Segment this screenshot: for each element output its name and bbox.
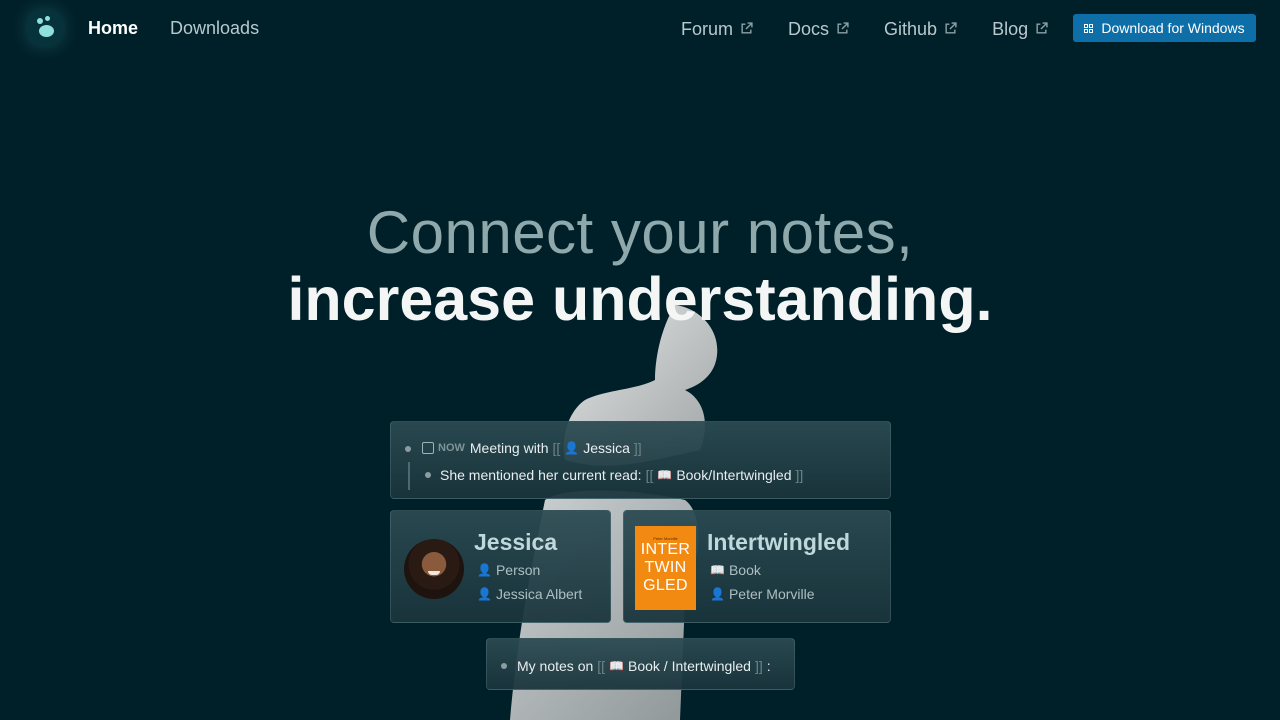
external-link-icon: [945, 21, 957, 34]
person-name-row: 👤 Jessica Albert: [477, 586, 583, 602]
bullet: [425, 472, 431, 478]
nav-github[interactable]: Github: [884, 19, 957, 40]
book-type-row: 📖 Book: [710, 562, 761, 578]
meeting-text: Meeting with: [469, 440, 549, 456]
author-icon: 👤: [477, 587, 492, 601]
page-ref-book[interactable]: Book/Intertwingled: [676, 467, 791, 483]
bullet: [501, 663, 507, 669]
person-icon: 👤: [477, 563, 492, 577]
person-icon: 👤: [564, 441, 580, 455]
external-link-icon: [1036, 21, 1048, 34]
nav-blog[interactable]: Blog: [992, 19, 1048, 40]
primary-nav: Home Downloads: [88, 18, 259, 39]
todo-checkbox[interactable]: [422, 442, 434, 454]
person-type-row: 👤 Person: [477, 562, 541, 578]
nav-forum[interactable]: Forum: [681, 19, 753, 40]
todo-row: NOW Meeting with [[ 👤 Jessica ]]: [422, 440, 646, 456]
notes-row: My notes on [[ 📖 Book / Intertwingled ]]…: [517, 658, 771, 674]
hero-subheadline: increase understanding.: [287, 265, 993, 333]
nav-docs[interactable]: Docs: [788, 19, 849, 40]
book-cover-image: Peter Morville INTER TWIN GLED: [635, 526, 696, 610]
mention-row: She mentioned her current read: [[ 📖 Boo…: [440, 467, 804, 483]
nav-home[interactable]: Home: [88, 18, 138, 39]
windows-icon: [1084, 23, 1094, 33]
book-author-row: 👤 Peter Morville: [710, 586, 815, 602]
book-icon: 📖: [710, 563, 725, 577]
avatar: [404, 539, 464, 599]
author-icon: 👤: [710, 587, 725, 601]
book-card[interactable]: Peter Morville INTER TWIN GLED Intertwin…: [623, 510, 891, 623]
download-windows-button[interactable]: Download for Windows: [1073, 14, 1256, 42]
person-title: Jessica: [474, 529, 558, 555]
logo-icon[interactable]: [28, 11, 62, 45]
person-card[interactable]: Jessica 👤 Person 👤 Jessica Albert: [390, 510, 611, 623]
external-link-icon: [837, 21, 849, 34]
book-title: Intertwingled: [707, 529, 851, 555]
thread-line: [408, 462, 410, 490]
external-nav: Forum Docs Github Blog: [681, 19, 1083, 40]
external-link-icon: [741, 21, 753, 34]
bullet: [405, 446, 411, 452]
notes-block: My notes on [[ 📖 Book / Intertwingled ]]…: [486, 638, 795, 690]
book-icon: 📖: [657, 468, 673, 482]
mention-text: She mentioned her current read:: [440, 467, 642, 483]
status-badge: NOW: [438, 442, 465, 454]
page-ref-jessica[interactable]: Jessica: [583, 440, 630, 456]
nav-downloads[interactable]: Downloads: [170, 18, 259, 39]
book-icon: 📖: [609, 659, 624, 673]
hero-headline: Connect your notes,: [366, 199, 914, 266]
page-ref-book[interactable]: Book / Intertwingled: [628, 658, 751, 674]
outline-block: NOW Meeting with [[ 👤 Jessica ]] She men…: [390, 421, 891, 499]
